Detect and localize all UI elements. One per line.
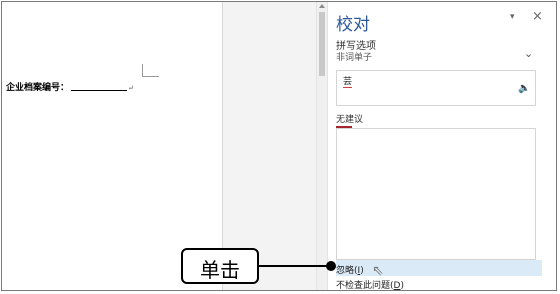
spelling-options-value[interactable]: 非词单子 [336,50,372,63]
suggestions-list[interactable] [336,128,536,260]
ignore-text: 忽略 [336,266,355,276]
pane-title: 校对 [336,15,370,35]
ignore-button-label: 忽略(I) [336,266,364,276]
no-suggestions-label: 无建议 [336,115,364,125]
chevron-down-icon[interactable]: ⌄ [524,47,533,60]
document-line[interactable]: 企业档案编号： ↵ [6,80,134,93]
mouse-pointer-icon: ⇖ [372,263,384,279]
callout-text: 单击 [200,258,240,282]
archive-number-blank [71,82,128,91]
proofing-pane: 校对 ▾ × 拼写选项 非词单子 ⌄ 芸 🔈 无建议 忽略(I) ⇖ 不检查此问… [328,2,556,291]
document-page[interactable]: 企业档案编号： ↵ [2,2,223,290]
ignore-shortcut-key: I [357,266,361,276]
pane-options-dropdown-icon[interactable]: ▾ [510,12,515,22]
misspelled-word-box: 芸 🔈 [336,70,536,106]
do-not-check-button[interactable]: 不检查此问题(D) [336,278,404,291]
speaker-icon[interactable]: 🔈 [518,83,530,94]
margin-corner-mark [142,64,159,77]
ignore-button[interactable] [336,260,542,276]
scrollbar-thumb[interactable] [319,12,325,76]
callout-box: 单击 [181,248,259,284]
document-area: 企业档案编号： ↵ [2,2,328,290]
archive-number-label: 企业档案编号： [6,83,70,93]
callout-leader-line [259,265,329,267]
callout-pointer-dot [326,261,336,271]
pane-close-icon[interactable]: × [532,9,543,24]
scroll-up-arrow-icon[interactable] [319,4,325,8]
do-not-check-text: 不检查此问题 [336,281,391,291]
vertical-scrollbar[interactable] [316,2,328,290]
misspelled-word: 芸 [343,77,353,88]
do-not-check-shortcut-key: D [393,281,401,291]
screenshot-frame: 企业档案编号： ↵ 校对 ▾ × 拼写选项 非词单子 ⌄ 芸 🔈 无建议 忽略(I… [1,1,557,291]
paragraph-mark: ↵ [128,84,134,92]
